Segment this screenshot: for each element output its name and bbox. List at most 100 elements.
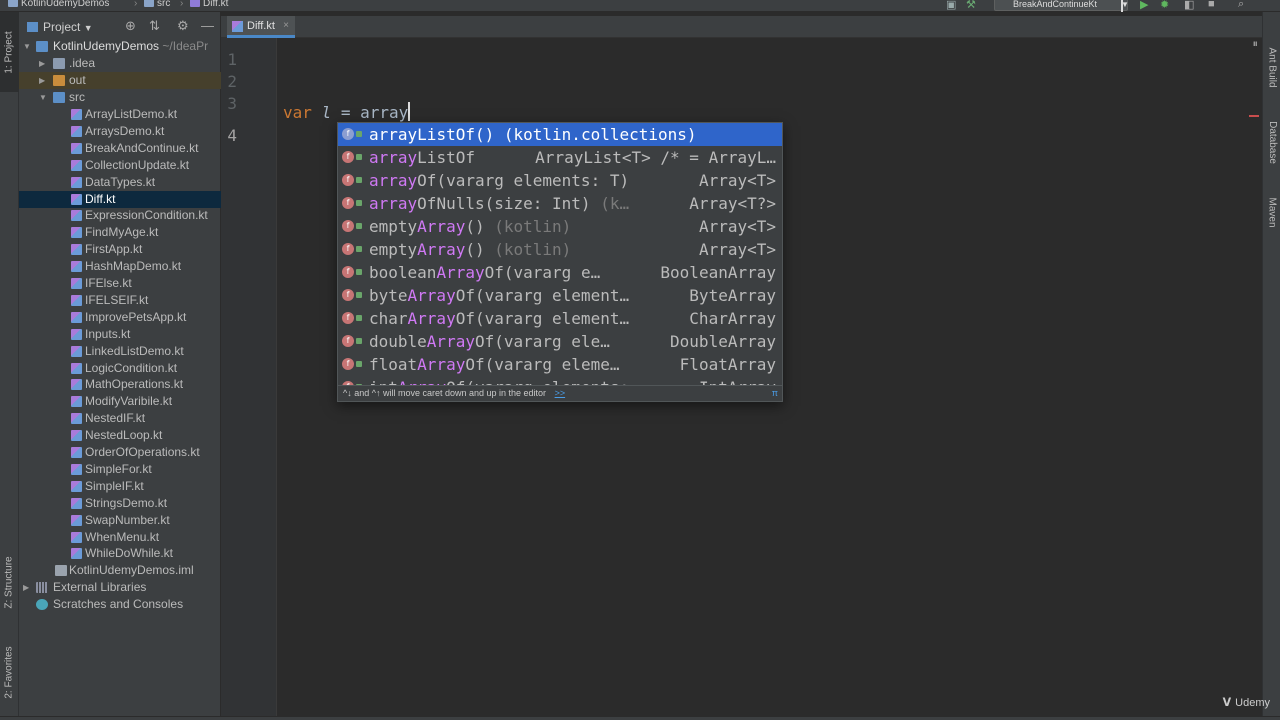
close-icon[interactable]: × [283,16,289,36]
tree-file[interactable]: Diff.kt [19,190,221,208]
completion-name: floatArrayOf(vararg eleme… [369,353,619,376]
completion-match: array [369,125,418,144]
tree-file-iml[interactable]: KotlinUdemyDemos.iml [19,562,221,579]
file-name: BreakAndContinue.kt [85,140,199,155]
tree-file[interactable]: OrderOfOperations.kt [19,444,221,461]
coverage-icon[interactable]: ◧ [1184,0,1194,11]
collapsed-arrow-icon[interactable]: ▶ [39,55,49,72]
tab-maven[interactable]: Maven [1263,182,1280,242]
tree-file[interactable]: ExpressionCondition.kt [19,207,221,224]
tree-file[interactable]: StringsDemo.kt [19,495,221,512]
completion-item[interactable]: f emptyArray() (kotlin) Array<T> [338,215,782,238]
completion-item[interactable]: f charArrayOf(vararg element… CharArray [338,307,782,330]
kotlin-file-icon [71,227,82,239]
line-number: 1 [227,50,237,69]
tree-file[interactable]: HashMapDemo.kt [19,258,221,275]
completion-package: (kotlin.collections) [503,125,697,144]
function-icon: f [342,312,354,324]
tree-file[interactable]: NestedLoop.kt [19,427,221,444]
tab-favorites[interactable]: 2: Favorites [0,632,19,712]
tree-scratches[interactable]: Scratches and Consoles [19,596,221,613]
search-icon[interactable]: ⌕ [1238,0,1244,11]
hint-more-link[interactable]: >> [555,388,566,398]
tree-file[interactable]: FindMyAge.kt [19,224,221,241]
tree-file[interactable]: DataTypes.kt [19,174,221,191]
pi-icon[interactable]: π [772,386,778,401]
expand-arrow-icon[interactable]: ▼ [39,89,49,106]
kotlin-file-icon [71,125,82,137]
completion-item[interactable]: f arrayOfNulls(size: Int) (k… Array<T?> [338,192,782,215]
breadcrumb-src[interactable]: src [144,0,170,9]
tree-file[interactable]: LinkedListDemo.kt [19,343,221,360]
gear-icon[interactable]: ⚙ [177,18,189,34]
code-line[interactable]: var l = array [283,102,411,122]
tab-ant-build[interactable]: Ant Build [1263,32,1280,102]
tree-file[interactable]: CollectionUpdate.kt [19,157,221,174]
completion-item[interactable]: f byteArrayOf(vararg element… ByteArray [338,284,782,307]
tree-file[interactable]: ImprovePetsApp.kt [19,309,221,326]
completion-item[interactable]: f emptyArray() (kotlin) Array<T> [338,238,782,261]
tree-folder-out[interactable]: ▶ out [19,72,221,89]
minimize-icon[interactable]: — [201,18,214,33]
tree-file[interactable]: FirstApp.kt [19,241,221,258]
tree-file[interactable]: IFElse.kt [19,275,221,292]
chevron-down-icon: ▼ [83,23,93,33]
completion-item[interactable]: f arrayOf(vararg elements: T) Array<T> [338,169,782,192]
project-view-select[interactable]: Project ▼ [43,20,93,34]
tree-file[interactable]: SimpleFor.kt [19,461,221,478]
module-icon [8,0,18,8]
tab-diff-kt[interactable]: Diff.kt × [227,16,295,38]
tree-file[interactable]: ArrayListDemo.kt [19,106,221,123]
collapse-all-icon[interactable]: ⇅ [149,18,160,34]
debug-icon[interactable]: ✹ [1160,0,1169,11]
tree-file[interactable]: SwapNumber.kt [19,512,221,529]
expand-arrow-icon[interactable]: ▼ [23,38,33,55]
public-visibility-icon [356,131,362,137]
split-icon[interactable]: ⏸ [1253,38,1259,51]
breadcrumb-separator: › [180,0,184,9]
completion-name-prefix: char [369,309,408,328]
completion-item[interactable]: f arrayListOf ArrayList<T> /* = ArrayL… [338,146,782,169]
tab-structure[interactable]: Z: Structure [0,542,19,622]
tree-file[interactable]: ArraysDemo.kt [19,123,221,140]
locate-icon[interactable]: ⊕ [125,18,136,34]
completion-item[interactable]: f floatArrayOf(vararg eleme… FloatArray [338,353,782,376]
collapsed-arrow-icon[interactable]: ▶ [39,72,49,89]
build-icon[interactable]: ▣ [946,0,956,11]
hammer-icon[interactable]: ⚒ [966,0,976,11]
completion-item[interactable]: f doubleArrayOf(vararg ele… DoubleArray [338,330,782,353]
run-icon[interactable]: ▶ [1140,0,1148,11]
kotlin-file-icon [71,379,82,391]
stop-icon[interactable]: ■ [1208,0,1215,10]
function-icon: f [342,266,354,278]
tree-file[interactable]: IFELSEIF.kt [19,292,221,309]
completion-item[interactable]: f booleanArrayOf(vararg e… BooleanArray [338,261,782,284]
tree-file[interactable]: MathOperations.kt [19,376,221,393]
function-icon: f [342,358,354,370]
tree-root[interactable]: ▼ KotlinUdemyDemos ~/IdeaPr [19,38,221,55]
tree-file[interactable]: NestedIF.kt [19,410,221,427]
completion-item[interactable]: farrayListOf() (kotlin.collections)Array… [338,123,782,146]
collapsed-arrow-icon[interactable]: ▶ [23,579,33,596]
file-name: FindMyAge.kt [85,225,159,240]
source-folder-icon [53,92,65,103]
tree-folder-idea[interactable]: ▶ .idea [19,55,221,72]
tree-file[interactable]: LogicCondition.kt [19,360,221,377]
breadcrumb-file[interactable]: Diff.kt [190,0,228,9]
run-configuration-select[interactable]: BreakAndContinueKt ▼ [994,0,1129,18]
tree-file[interactable]: BreakAndContinue.kt [19,140,221,157]
tree-file[interactable]: ModifyVaribile.kt [19,393,221,410]
error-stripe-marker[interactable] [1249,115,1259,117]
tree-external-libraries[interactable]: ▶ External Libraries [19,579,221,596]
kotlin-file-icon [232,21,243,32]
tab-database[interactable]: Database [1263,102,1280,182]
breadcrumb-project[interactable]: KotlinUdemyDemos [8,0,109,9]
tree-file[interactable]: Inputs.kt [19,326,221,343]
tree-file[interactable]: WhileDoWhile.kt [19,545,221,562]
public-visibility-icon [356,269,362,275]
tree-folder-src[interactable]: ▼ src [19,89,221,106]
tab-project[interactable]: 1: Project [0,12,19,92]
function-icon: f [342,197,354,209]
tree-file[interactable]: SimpleIF.kt [19,478,221,495]
tree-file[interactable]: WhenMenu.kt [19,529,221,546]
